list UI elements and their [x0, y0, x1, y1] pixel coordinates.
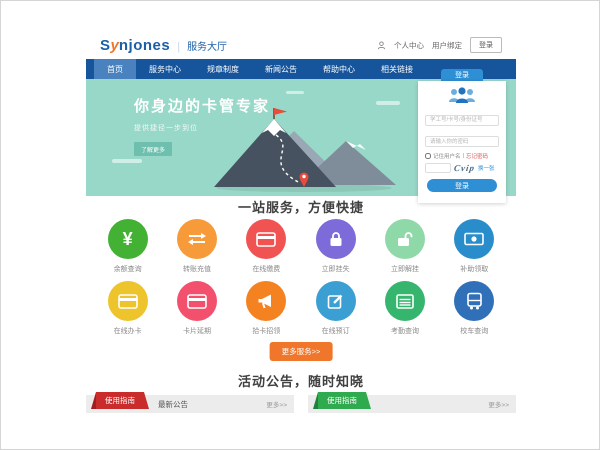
tab-usage-guide[interactable]: 使用指南 — [96, 392, 144, 409]
login-form: 记住用户名 | 忘记密码 Cvip 换一张 登录 — [418, 81, 506, 203]
service-balance[interactable]: ¥ 余额查询 — [93, 219, 162, 274]
nav-item-home[interactable]: 首页 — [94, 59, 136, 79]
banknote-icon — [454, 219, 494, 259]
remember-label: 记住用户名 — [433, 152, 461, 160]
banner-copy: 你身边的卡管专家 提供捷径一步到位 了解更多 — [134, 95, 270, 157]
service-attendance[interactable]: 考勤查询 — [370, 281, 439, 336]
logo-divider: | — [177, 41, 180, 53]
users-group-icon — [445, 86, 479, 104]
header: Synjones | 服务大厅 个人中心 用户绑定 登录 — [86, 31, 516, 59]
page: Synjones | 服务大厅 个人中心 用户绑定 登录 首页 服务中心 规章制… — [86, 1, 516, 450]
captcha-refresh-link[interactable]: 换一张 — [478, 164, 495, 172]
captcha-input[interactable] — [425, 163, 451, 173]
service-report-loss[interactable]: 立即挂失 — [301, 219, 370, 274]
nav-item-service-center[interactable]: 服务中心 — [136, 59, 194, 79]
announcements-title: 活动公告，随时知晓 — [86, 371, 516, 390]
login-panel: 登录 记住用户名 | 忘记密码 Cvip 换一张 — [418, 69, 506, 203]
card-icon — [246, 219, 286, 259]
announcements-right-panel: 使用指南 更多>> — [308, 395, 516, 413]
captcha-image: Cvip — [453, 163, 475, 173]
page-screenshot: Synjones | 服务大厅 个人中心 用户绑定 登录 首页 服务中心 规章制… — [0, 0, 600, 450]
logo-text: S — [100, 37, 111, 54]
service-online-payment[interactable]: 在线缴费 — [232, 219, 301, 274]
user-binding-link[interactable]: 用户绑定 — [432, 40, 462, 51]
service-card-extension[interactable]: 卡片延期 — [162, 281, 231, 336]
personal-center-link[interactable]: 个人中心 — [394, 40, 424, 51]
services-row-1: ¥ 余额查询 转账充值 在线缴费 立即挂失 — [86, 219, 516, 274]
unlock-icon — [385, 219, 425, 259]
service-school-bus[interactable]: 校车查询 — [440, 281, 509, 336]
left-more-link[interactable]: 更多>> — [266, 395, 287, 413]
banner-subline: 提供捷径一步到位 — [134, 123, 270, 133]
nav-item-news[interactable]: 新闻公告 — [252, 59, 310, 79]
logo-accent: y — [111, 37, 119, 54]
card-icon — [108, 281, 148, 321]
megaphone-icon — [246, 281, 286, 321]
password-input[interactable] — [425, 136, 499, 147]
service-online-booking[interactable]: 在线预订 — [301, 281, 370, 336]
service-cancel-loss[interactable]: 立即解挂 — [370, 219, 439, 274]
remember-checkbox[interactable] — [425, 153, 431, 159]
logo-text-2: njones — [119, 37, 170, 54]
service-lost-found[interactable]: 拾卡招领 — [232, 281, 301, 336]
lock-icon — [316, 219, 356, 259]
cloud-decoration — [112, 159, 142, 163]
service-transfer[interactable]: 转账充值 — [162, 219, 231, 274]
services-row-2: 在线办卡 卡片延期 拾卡招领 在线预订 — [86, 281, 516, 336]
transfer-arrows-icon — [177, 219, 217, 259]
cloud-decoration — [286, 91, 304, 94]
username-input[interactable] — [425, 115, 499, 126]
logo[interactable]: Synjones | 服务大厅 — [100, 37, 227, 54]
service-subsidy[interactable]: 补助领取 — [440, 219, 509, 274]
tab-usage-guide-right[interactable]: 使用指南 — [318, 392, 366, 409]
forgot-password-link[interactable]: 忘记密码 — [466, 152, 488, 160]
nav-item-rules[interactable]: 规章制度 — [194, 59, 252, 79]
right-more-link[interactable]: 更多>> — [488, 395, 509, 413]
captcha-row: Cvip 换一张 — [425, 163, 499, 173]
remember-divider: | — [463, 153, 464, 159]
user-icon — [377, 41, 386, 50]
yen-icon: ¥ — [108, 219, 148, 259]
header-login-button[interactable]: 登录 — [470, 37, 502, 53]
remember-row: 记住用户名 | 忘记密码 — [425, 152, 499, 160]
site-name: 服务大厅 — [187, 38, 227, 53]
tab-latest-news[interactable]: 最新公告 — [158, 395, 188, 413]
bus-icon — [454, 281, 494, 321]
banner-headline: 你身边的卡管专家 — [134, 95, 270, 116]
service-card-apply[interactable]: 在线办卡 — [93, 281, 162, 336]
edit-icon — [316, 281, 356, 321]
banner-cta-button[interactable]: 了解更多 — [134, 142, 172, 156]
more-services-button[interactable]: 更多服务>> — [270, 342, 333, 361]
login-tab[interactable]: 登录 — [441, 69, 483, 81]
announcements-left-panel: 使用指南 最新公告 更多>> — [86, 395, 294, 413]
nav-item-help[interactable]: 帮助中心 — [310, 59, 368, 79]
list-icon — [385, 281, 425, 321]
header-right: 个人中心 用户绑定 登录 — [377, 37, 502, 53]
login-submit-button[interactable]: 登录 — [427, 179, 497, 192]
card-icon — [177, 281, 217, 321]
